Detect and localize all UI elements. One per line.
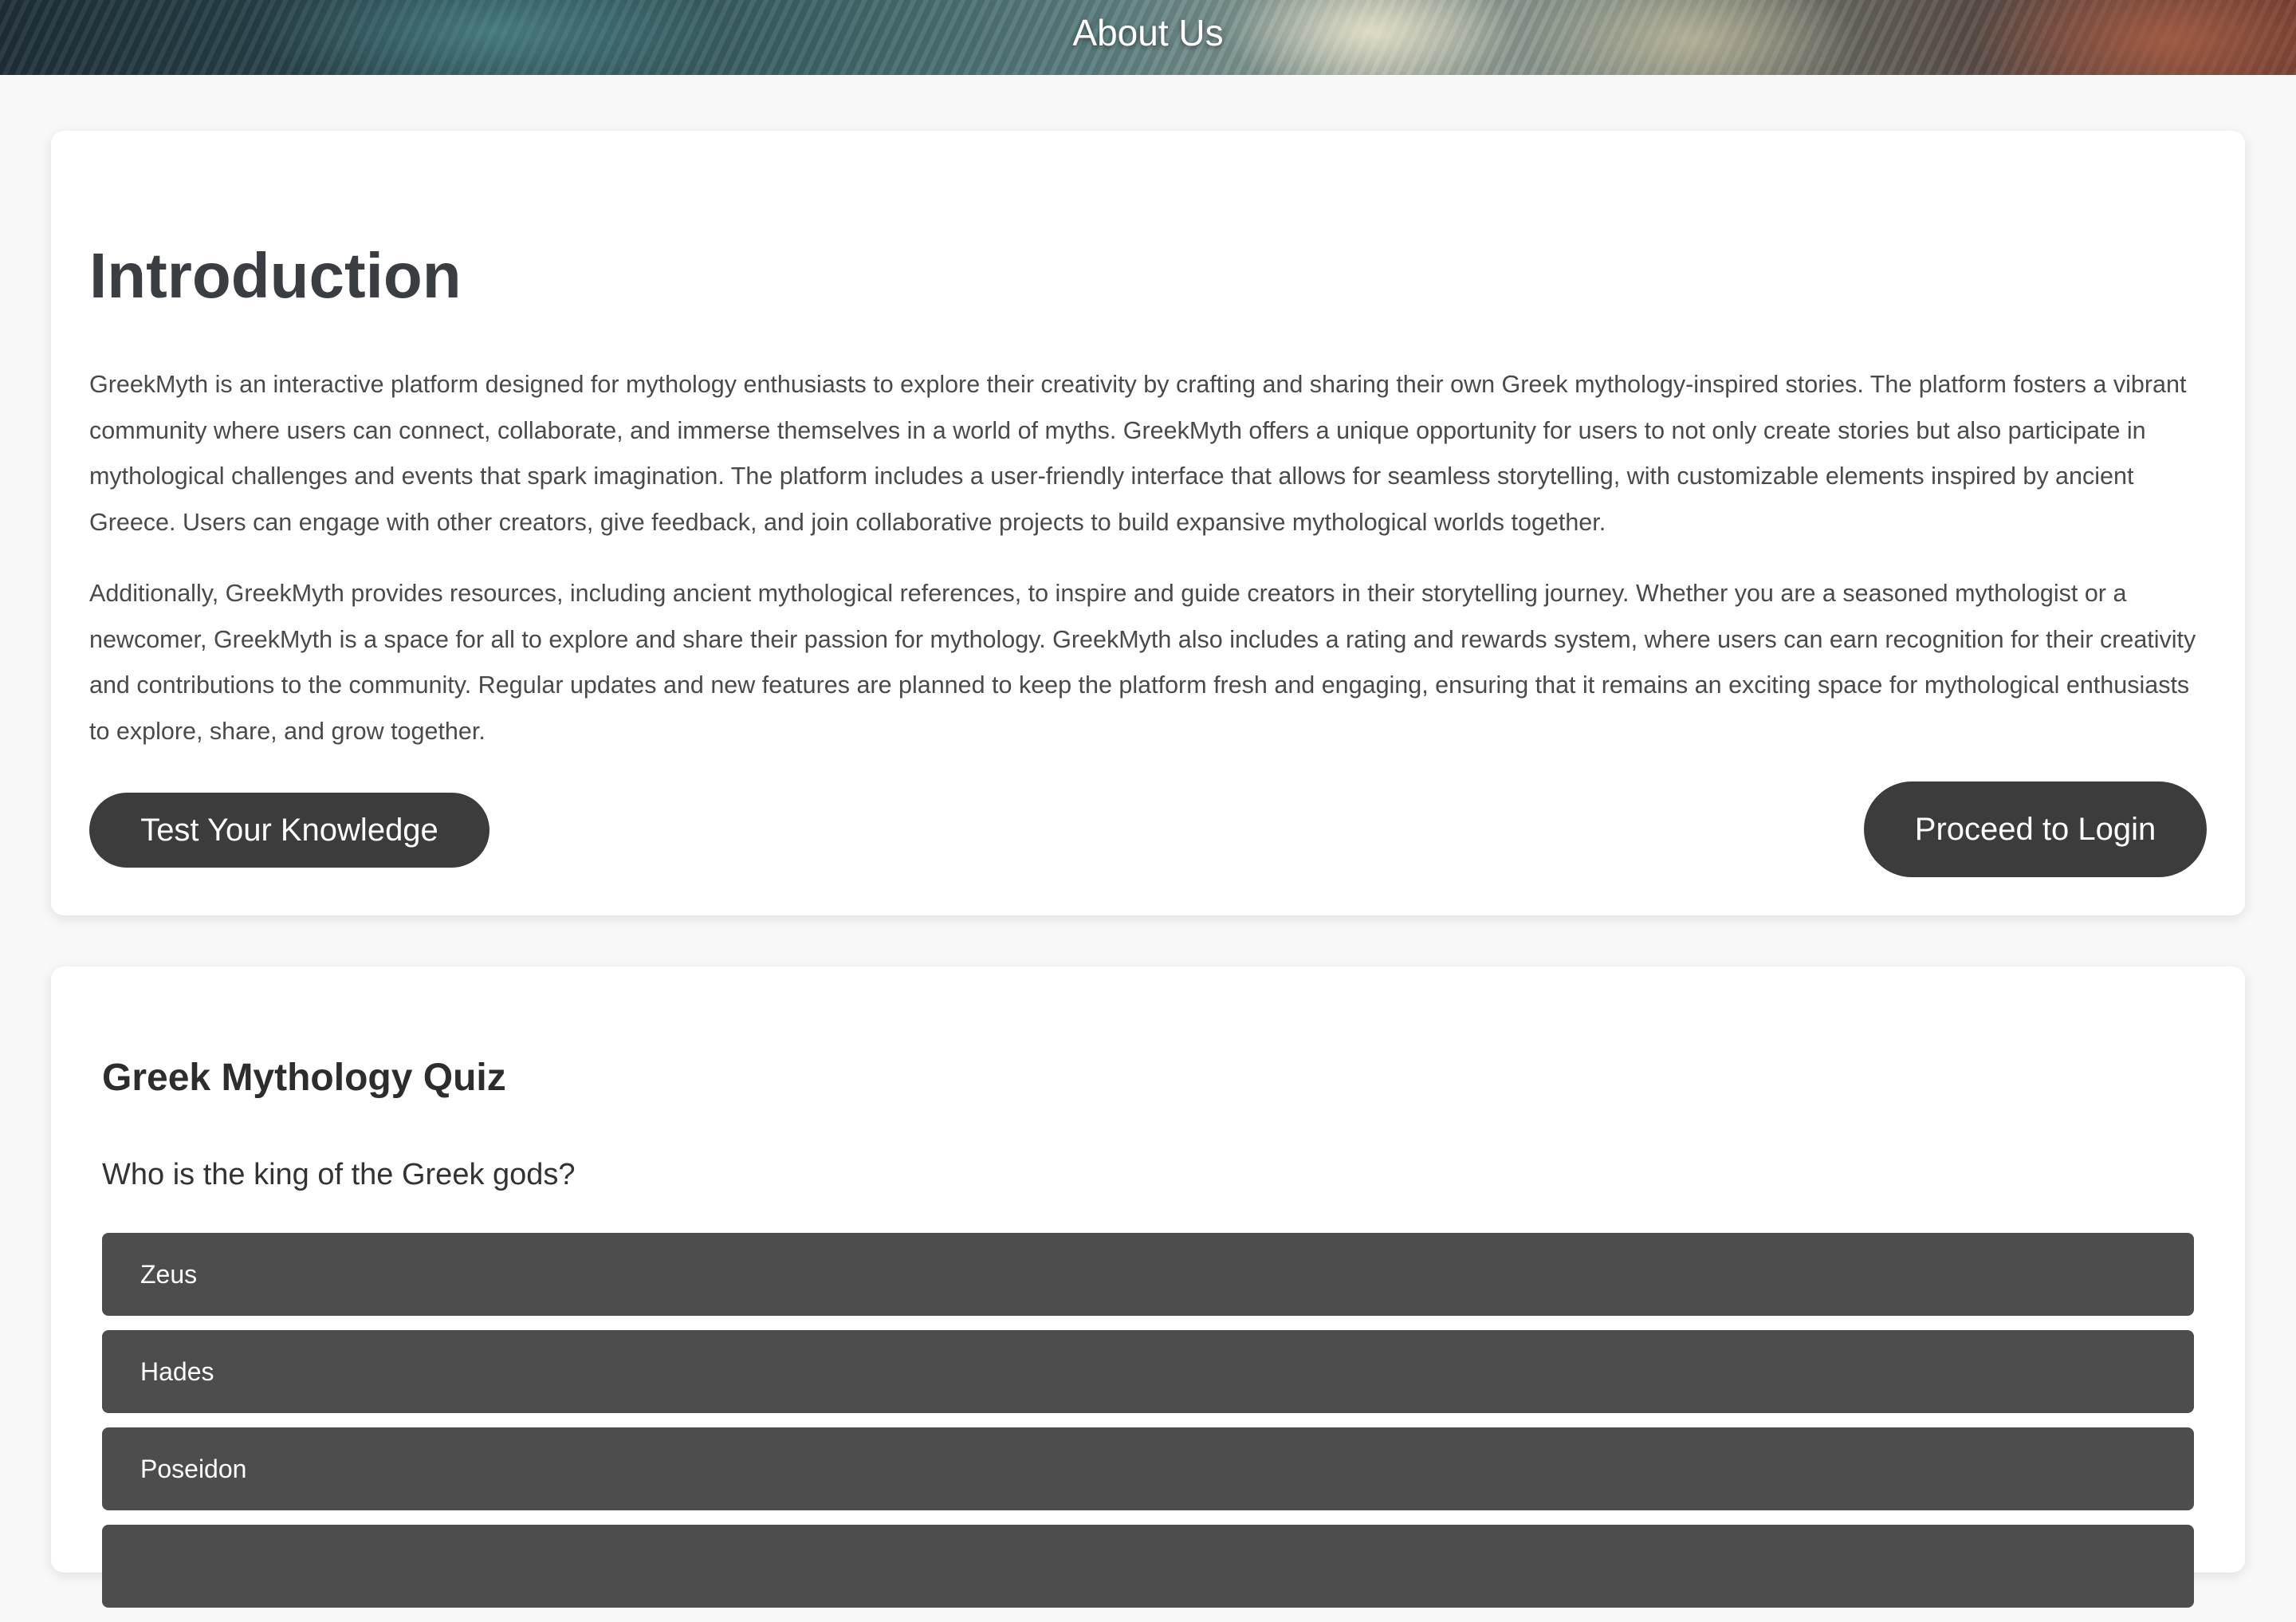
introduction-paragraph: GreekMyth is an interactive platform des…: [89, 371, 2187, 536]
hero-banner: About Us: [0, 0, 2296, 75]
test-your-knowledge-button[interactable]: Test Your Knowledge: [89, 793, 489, 868]
introduction-paragraph: Additionally, GreekMyth provides resourc…: [89, 580, 2196, 745]
proceed-to-login-button[interactable]: Proceed to Login: [1864, 781, 2207, 877]
answer-option-zeus[interactable]: Zeus: [102, 1233, 2194, 1316]
introduction-heading: Introduction: [89, 240, 462, 311]
introduction-card: Introduction GreekMyth is an interactive…: [51, 131, 2245, 915]
quiz-card: Greek Mythology Quiz Who is the king of …: [51, 967, 2245, 1608]
answer-options: Zeus Hades Poseidon: [102, 1233, 2194, 1622]
answer-option[interactable]: [102, 1525, 2194, 1608]
quiz-question: Who is the king of the Greek gods?: [102, 1158, 576, 1191]
answer-option-hades[interactable]: Hades: [102, 1330, 2194, 1413]
quiz-heading: Greek Mythology Quiz: [102, 1057, 506, 1099]
page-title: About Us: [1072, 12, 1224, 53]
answer-option-poseidon[interactable]: Poseidon: [102, 1427, 2194, 1510]
